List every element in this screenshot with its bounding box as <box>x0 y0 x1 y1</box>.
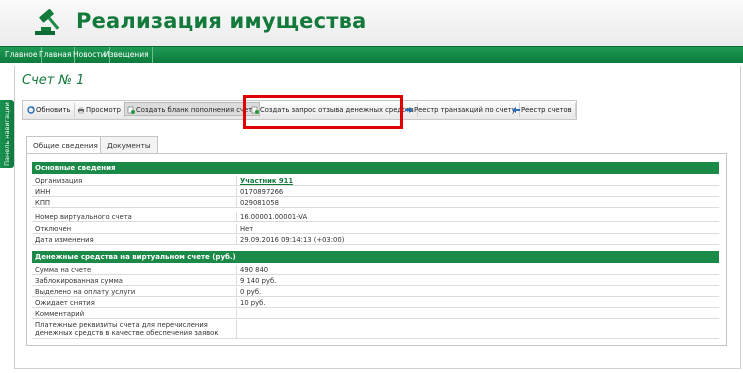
transactions-registry-label: Реестр транзакций по счету <box>414 106 516 114</box>
nav-item-notices[interactable]: Извещения <box>101 47 153 63</box>
transactions-registry-button[interactable]: Реестр транзакций по счету <box>403 103 520 117</box>
row-label: Сумма на счете <box>35 266 92 274</box>
gavel-logo-icon <box>35 9 60 35</box>
row-value: 0 руб. <box>240 288 262 296</box>
info-row: Платежные реквизиты счета для перечислен… <box>32 320 719 339</box>
info-row: Сумма на счете 490 840 <box>32 265 719 275</box>
info-row: КПП 029081058 <box>32 198 719 208</box>
row-value: 0170897266 <box>240 188 284 196</box>
top-nav: Главное Главная Новости Извещения <box>0 46 743 63</box>
refresh-button-label: Обновить <box>36 106 71 114</box>
info-row: Организация Участник 911 <box>32 176 719 186</box>
organization-link[interactable]: Участник 911 <box>240 176 293 186</box>
create-topup-form-button[interactable]: Создать бланк пополнения счета <box>124 102 261 116</box>
row-value: 10 руб. <box>240 299 266 307</box>
row-label: Организация <box>35 177 83 185</box>
row-value: Нет <box>240 225 254 233</box>
create-topup-form-label: Создать бланк пополнения счета <box>136 106 257 114</box>
section-header-funds: Денежные средства на виртуальном счете (… <box>32 251 719 263</box>
row-label: ИНН <box>35 188 51 196</box>
arrow-right-icon <box>405 107 413 113</box>
accounts-registry-button[interactable]: Реестр счетов <box>510 103 576 117</box>
row-label: Заблокированная сумма <box>35 277 123 285</box>
row-value: 16.00001.00001-VA <box>240 213 308 221</box>
info-row: Выделено на оплату услуги 0 руб. <box>32 287 719 297</box>
row-label: Дата изменения <box>35 236 94 244</box>
row-label: Номер виртуального счета <box>35 213 132 221</box>
view-button-label: Просмотр <box>86 106 121 114</box>
row-label: КПП <box>35 199 51 207</box>
row-label: Ожидает снятия <box>35 299 95 307</box>
site-header: Реализация имущества <box>0 0 743 46</box>
row-label: Отключен <box>35 225 72 233</box>
doc-create-icon <box>251 106 259 114</box>
row-label: Выделено на оплату услуги <box>35 288 136 296</box>
info-row: ИНН 0170897266 <box>32 187 719 197</box>
row-label: Комментарий <box>35 310 85 318</box>
refresh-icon <box>27 106 35 114</box>
info-row: Дата изменения 29.09.2016 09:14:13 (+03:… <box>32 235 719 245</box>
info-row: Комментарий <box>32 309 719 319</box>
info-row: Заблокированная сумма 9 140 руб. <box>32 276 719 286</box>
info-row: Отключен Нет <box>32 224 719 234</box>
row-value: 29.09.2016 09:14:13 (+03:00) <box>240 236 345 244</box>
arrow-left-icon <box>512 107 520 113</box>
toolbar: Обновить Просмотр Создать бланк пополнен… <box>22 100 577 120</box>
row-value: 490 840 <box>240 266 269 274</box>
site-title[interactable]: Реализация имущества <box>76 9 366 33</box>
print-icon <box>78 107 84 114</box>
view-button[interactable]: Просмотр <box>75 103 125 117</box>
row-value: 029081058 <box>240 199 279 207</box>
create-withdrawal-request-button[interactable]: Создать запрос отзыва денежных средств <box>249 103 418 117</box>
info-row: Номер виртуального счета 16.00001.00001-… <box>32 212 719 222</box>
section-header-main: Основные сведения <box>32 162 719 174</box>
page-title: Счет № 1 <box>22 73 85 88</box>
refresh-button[interactable]: Обновить <box>25 103 75 117</box>
doc-create-icon <box>127 106 135 114</box>
navigation-panel-label: Панель навигации <box>3 102 11 166</box>
create-withdrawal-request-label: Создать запрос отзыва денежных средств <box>260 106 414 114</box>
info-row: Ожидает снятия 10 руб. <box>32 298 719 308</box>
row-value: 9 140 руб. <box>240 277 277 285</box>
navigation-panel-toggle[interactable]: Панель навигации <box>0 100 14 168</box>
accounts-registry-label: Реестр счетов <box>521 106 572 114</box>
row-label: Платежные реквизиты счета для перечислен… <box>35 321 219 337</box>
tab-documents[interactable]: Документы <box>100 136 158 154</box>
